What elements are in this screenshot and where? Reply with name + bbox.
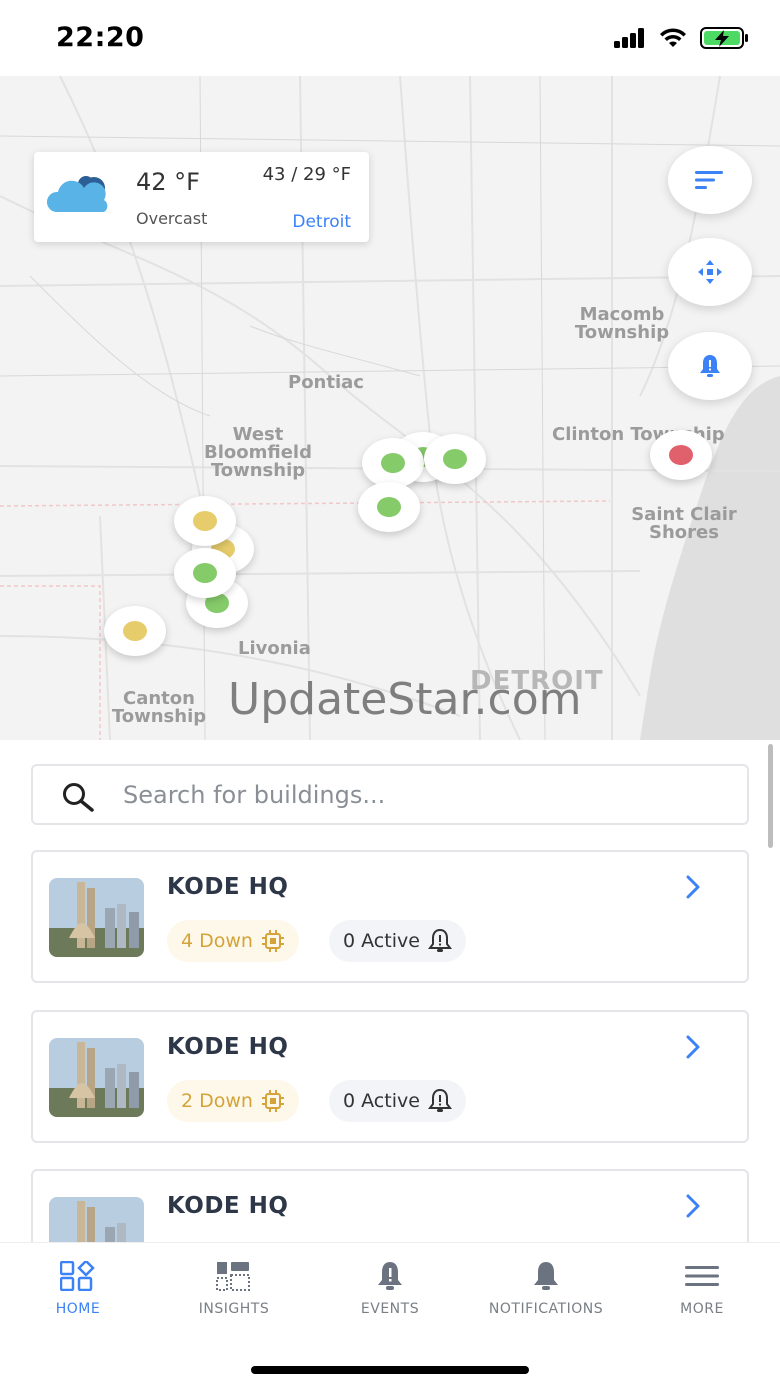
map-label-saint-clair: Saint Clair Shores bbox=[631, 504, 737, 543]
nav-home-label: HOME bbox=[55, 1301, 101, 1317]
nav-home[interactable]: HOME bbox=[0, 1243, 156, 1332]
sort-button[interactable] bbox=[668, 146, 752, 214]
devices-down-badge: 2 Down bbox=[167, 1080, 299, 1122]
map-label-livonia: Livonia bbox=[238, 638, 311, 659]
bell-icon bbox=[534, 1262, 558, 1290]
move-arrows-icon bbox=[698, 260, 722, 284]
building-name: KODE HQ bbox=[167, 1034, 289, 1060]
weather-range: 43 / 29 °F bbox=[262, 164, 351, 185]
nav-insights-label: INSIGHTS bbox=[198, 1301, 270, 1317]
signal-icon bbox=[614, 28, 644, 48]
search-bar[interactable] bbox=[31, 764, 749, 825]
devices-down-badge: 4 Down bbox=[167, 920, 299, 962]
map-label-macomb: Macomb Township bbox=[574, 304, 670, 343]
recenter-button[interactable] bbox=[668, 238, 752, 306]
active-alerts-badge: 0 Active bbox=[329, 1080, 466, 1122]
sort-icon bbox=[695, 171, 723, 189]
bottom-nav: HOME INSIGHTS EVENTS NOTIFICATIONS MORE bbox=[0, 1242, 780, 1332]
nav-notifications[interactable]: NOTIFICATIONS bbox=[468, 1243, 624, 1332]
building-marker[interactable] bbox=[650, 430, 712, 480]
chevron-right-icon[interactable] bbox=[685, 1034, 701, 1060]
building-card[interactable]: KODE HQ 4 Down 0 Active bbox=[31, 850, 749, 983]
weather-city-link[interactable]: Detroit bbox=[292, 212, 351, 232]
battery-charging-icon bbox=[700, 27, 748, 49]
building-list-panel[interactable]: KODE HQ 4 Down 0 Active bbox=[0, 740, 780, 1242]
status-bar: 22:20 bbox=[0, 0, 780, 76]
status-dot-ok bbox=[443, 449, 467, 469]
home-indicator[interactable] bbox=[251, 1366, 529, 1374]
chip-icon bbox=[261, 930, 284, 952]
bell-alert-icon bbox=[427, 928, 452, 952]
nav-events-label: EVENTS bbox=[360, 1301, 420, 1317]
nav-notifications-label: NOTIFICATIONS bbox=[488, 1301, 604, 1317]
search-input[interactable] bbox=[123, 776, 723, 814]
status-dot-ok bbox=[377, 497, 401, 517]
watermark: UpdateStar.com bbox=[228, 674, 582, 725]
status-dot-ok bbox=[193, 563, 217, 583]
menu-icon bbox=[685, 1266, 719, 1286]
map-label-pontiac: Pontiac bbox=[288, 372, 364, 393]
building-marker[interactable] bbox=[174, 548, 236, 598]
cloud-icon bbox=[46, 176, 108, 212]
status-dot-warning bbox=[123, 621, 147, 641]
active-alerts-label: 0 Active bbox=[343, 930, 420, 952]
wifi-icon bbox=[660, 28, 686, 47]
event-alert-icon bbox=[378, 1262, 402, 1290]
status-dot-ok bbox=[381, 453, 405, 473]
weather-card: 42 °F Overcast 43 / 29 °F Detroit bbox=[34, 152, 369, 242]
building-name: KODE HQ bbox=[167, 1193, 289, 1219]
building-thumbnail bbox=[49, 878, 144, 957]
nav-more-label: MORE bbox=[680, 1301, 724, 1317]
building-marker[interactable] bbox=[104, 606, 166, 656]
chevron-right-icon[interactable] bbox=[685, 1193, 701, 1219]
devices-down-label: 4 Down bbox=[181, 930, 253, 952]
map-label-west-bloomfield: West Bloomfield Township bbox=[204, 424, 312, 481]
building-thumbnail bbox=[49, 1197, 144, 1242]
search-icon bbox=[63, 783, 94, 812]
alert-bell-icon bbox=[700, 355, 720, 377]
building-marker[interactable] bbox=[424, 434, 486, 484]
bell-alert-icon bbox=[427, 1088, 452, 1112]
insights-icon bbox=[216, 1262, 250, 1291]
building-card[interactable]: KODE HQ bbox=[31, 1169, 749, 1242]
devices-down-label: 2 Down bbox=[181, 1090, 253, 1112]
nav-events[interactable]: EVENTS bbox=[312, 1243, 468, 1332]
list-scrollbar[interactable] bbox=[768, 744, 773, 848]
active-alerts-badge: 0 Active bbox=[329, 920, 466, 962]
building-marker[interactable] bbox=[174, 496, 236, 546]
map-label-canton: Canton Township bbox=[111, 688, 207, 727]
status-dot-warning bbox=[193, 511, 217, 531]
status-icons bbox=[614, 26, 750, 50]
chevron-right-icon[interactable] bbox=[685, 874, 701, 900]
status-time: 22:20 bbox=[56, 22, 145, 53]
chip-icon bbox=[261, 1090, 284, 1112]
nav-insights[interactable]: INSIGHTS bbox=[156, 1243, 312, 1332]
building-thumbnail bbox=[49, 1038, 144, 1117]
building-name: KODE HQ bbox=[167, 874, 289, 900]
building-card[interactable]: KODE HQ 2 Down 0 Active bbox=[31, 1010, 749, 1143]
weather-condition: Overcast bbox=[136, 209, 208, 228]
nav-more[interactable]: MORE bbox=[624, 1243, 780, 1332]
home-grid-icon bbox=[60, 1261, 95, 1291]
home-indicator-area bbox=[0, 1332, 780, 1387]
status-dot-alert bbox=[669, 445, 693, 465]
weather-temperature: 42 °F bbox=[136, 168, 200, 196]
building-marker[interactable] bbox=[358, 482, 420, 532]
building-marker[interactable] bbox=[362, 438, 424, 488]
active-alerts-label: 0 Active bbox=[343, 1090, 420, 1112]
alerts-filter-button[interactable] bbox=[668, 332, 752, 400]
